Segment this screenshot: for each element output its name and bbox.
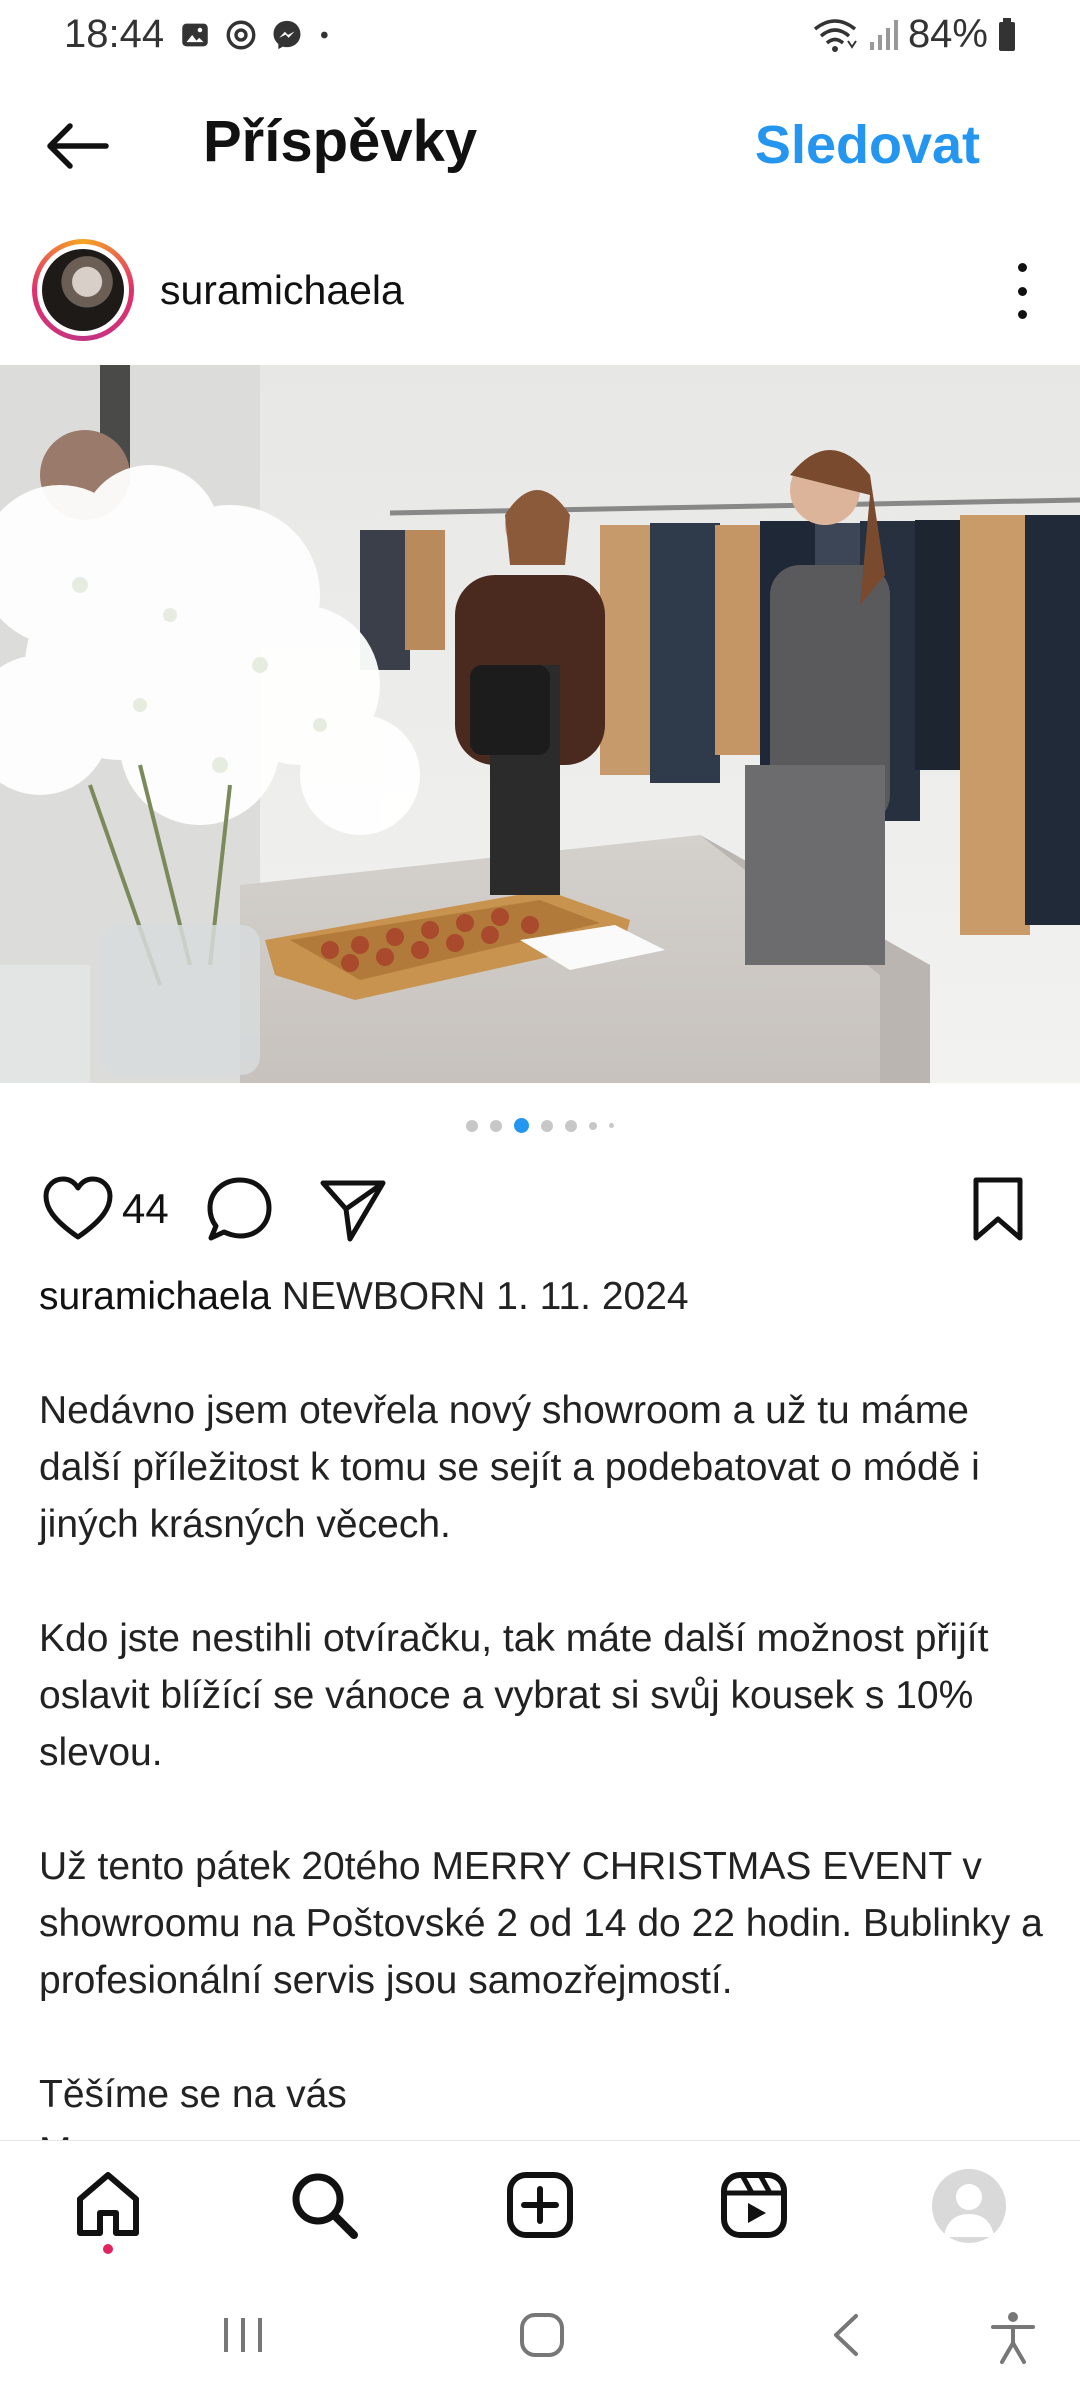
caption-paragraph: Těšíme se na vás	[39, 2073, 347, 2116]
caption-username[interactable]: suramichaela	[39, 1275, 271, 1318]
dot-icon	[321, 31, 328, 39]
page-title: Příspěvky	[203, 109, 478, 174]
like-count[interactable]: 44	[122, 1185, 169, 1233]
home-icon[interactable]	[72, 2169, 144, 2241]
status-bar: 18:44 84%	[0, 0, 1080, 70]
home-system-icon[interactable]	[517, 2310, 567, 2360]
caption-container: suramichaela NEWBORN 1. 11. 2024 Nedávno…	[0, 1268, 1080, 2140]
caption-first-line: NEWBORN 1. 11. 2024	[281, 1275, 689, 1318]
caption-paragraph: Už tento pátek 20tého MERRY CHRISTMAS EV…	[39, 1845, 1043, 2002]
share-send-icon[interactable]	[318, 1175, 388, 1245]
create-post-icon[interactable]	[504, 2169, 576, 2241]
follow-button[interactable]: Sledovat	[755, 114, 980, 176]
post-caption: suramichaela NEWBORN 1. 11. 2024 Nedávno…	[39, 1268, 1049, 2140]
image-icon	[182, 23, 208, 47]
carousel-dot	[589, 1121, 597, 1130]
back-arrow-icon[interactable]	[40, 116, 116, 176]
back-system-icon[interactable]	[826, 2310, 866, 2360]
bottom-navigation	[0, 2140, 1080, 2270]
battery-icon	[999, 17, 1015, 51]
wifi-icon	[813, 18, 857, 52]
status-notification-icons	[178, 18, 336, 52]
recent-apps-icon[interactable]	[220, 2310, 266, 2360]
author-username[interactable]: suramichaela	[160, 267, 404, 314]
messenger-icon	[273, 20, 301, 50]
showroom-photo	[0, 365, 1080, 1083]
carousel-dot	[565, 1119, 577, 1132]
search-icon[interactable]	[288, 2169, 360, 2241]
like-heart-icon[interactable]	[42, 1175, 114, 1245]
system-navigation-bar	[0, 2270, 1080, 2408]
carousel-dot	[490, 1119, 502, 1132]
post-header: suramichaela	[0, 235, 1080, 345]
caption-paragraph: Nedávno jsem otevřela nový showroom a už…	[39, 1389, 980, 1546]
accessibility-icon[interactable]	[990, 2310, 1036, 2364]
carousel-dot	[541, 1119, 553, 1132]
status-system-icons: 84%	[812, 12, 1016, 57]
carousel-indicator	[0, 1118, 1080, 1133]
author-avatar[interactable]	[32, 239, 134, 341]
reels-icon[interactable]	[718, 2169, 790, 2241]
comment-icon[interactable]	[205, 1175, 275, 1245]
avatar-photo	[42, 249, 124, 331]
status-time: 18:44	[64, 12, 165, 56]
default-profile-icon	[944, 2184, 994, 2237]
carousel-dot	[609, 1123, 614, 1128]
top-header: Příspěvky Sledovat	[0, 90, 1080, 200]
caption-paragraph: Kdo jste nestihli otvíračku, tak máte da…	[39, 1617, 989, 1774]
signal-icon	[869, 19, 898, 50]
battery-percent: 84%	[907, 12, 988, 56]
save-bookmark-icon[interactable]	[968, 1175, 1028, 1245]
home-notification-dot	[103, 2244, 113, 2254]
caption-signature: M+	[39, 2123, 1049, 2140]
more-options-icon[interactable]	[1014, 263, 1030, 319]
carousel-dot	[466, 1119, 478, 1132]
post-photo[interactable]	[0, 365, 1080, 1083]
sync-icon	[226, 20, 256, 50]
post-actions: 44	[0, 1165, 1080, 1255]
profile-avatar[interactable]	[932, 2169, 1006, 2243]
carousel-dot-active	[514, 1118, 529, 1133]
